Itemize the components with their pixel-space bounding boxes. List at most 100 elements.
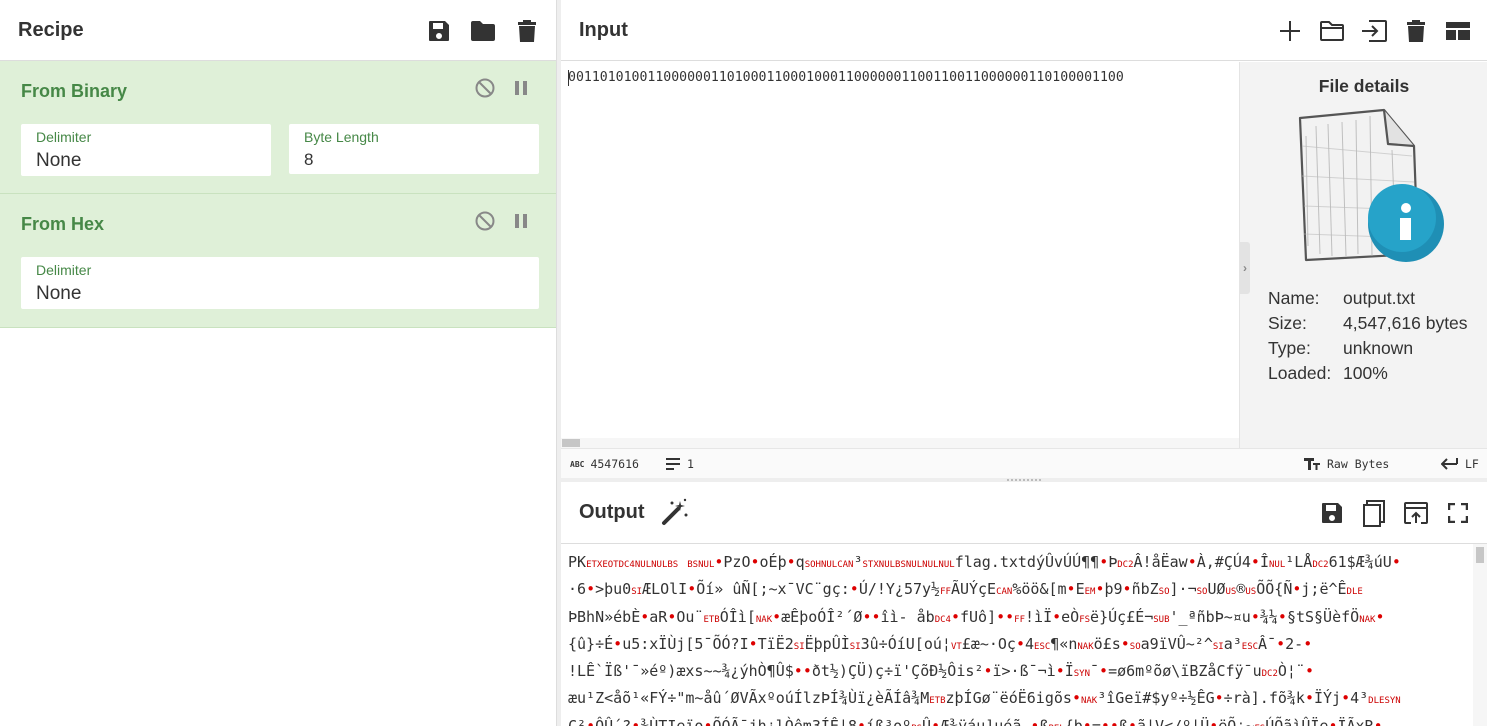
input-textarea[interactable]: 0011010100110000001101000110001000110000… (561, 62, 1239, 448)
special-char-dot: • (857, 716, 867, 726)
clear-input-button[interactable] (1401, 14, 1431, 48)
byte-length-field[interactable]: Byte Length 8 (289, 124, 539, 174)
control-char: SI (849, 641, 861, 652)
replace-input-button[interactable] (1401, 496, 1431, 530)
disable-operation-button[interactable] (474, 77, 496, 99)
eol-selector[interactable]: LF (1441, 457, 1479, 471)
file-loaded-label: Loaded: (1268, 363, 1332, 383)
reset-layout-button[interactable] (1443, 14, 1473, 48)
file-loaded-value: 100% (1343, 363, 1388, 383)
special-char-dot: • (687, 580, 697, 599)
field-value: None (36, 150, 82, 171)
encoding-selector[interactable]: Raw Bytes (1303, 457, 1389, 471)
output-text-segment: fUô] (959, 607, 997, 626)
output-text-segment: ö£s (1093, 634, 1121, 653)
output-text-segment: Ò¦¨ (1277, 662, 1305, 681)
pause-operation-button[interactable] (510, 77, 532, 99)
input-toolbar (1275, 14, 1473, 48)
scrollbar-thumb[interactable] (1476, 547, 1484, 563)
replace-input-icon (1404, 502, 1428, 524)
field-label: Delimiter (36, 129, 92, 145)
input-header: Input (561, 0, 1487, 61)
scrollbar-thumb[interactable] (562, 439, 580, 447)
delimiter-field[interactable]: Delimiter None (21, 257, 539, 309)
control-char: BS (687, 560, 699, 570)
output-title: Output (579, 501, 645, 523)
field-label: Byte Length (304, 129, 379, 145)
file-size-row: Size: 4,547,616 bytes (1268, 313, 1468, 334)
load-recipe-button[interactable] (468, 14, 498, 48)
horizontal-scrollbar[interactable] (561, 438, 1239, 448)
output-text-segment: j;ë^Ê (1301, 580, 1347, 599)
control-char: NUL (938, 560, 955, 570)
output-text-segment: þ9 (1104, 580, 1123, 599)
output-text-segment: Õí» ûÑ[;~x¯VC¨gç: (696, 580, 850, 599)
folder-icon (471, 21, 495, 41)
special-char-dot: • (1304, 689, 1314, 708)
special-char-dot: • (871, 607, 881, 626)
folder-icon (1320, 21, 1344, 41)
vertical-scrollbar[interactable] (1473, 544, 1487, 726)
magic-button[interactable] (661, 498, 689, 531)
control-char: SO (1129, 641, 1141, 652)
output-text-segment: '_ªñbÞ~¤u (1169, 607, 1251, 626)
input-lines: 1 (687, 457, 694, 471)
operation-title: From Hex (21, 214, 105, 234)
output-text-segment: ÃUÝçE (950, 580, 997, 599)
special-char-dot: • (1099, 662, 1109, 681)
output-textarea[interactable]: PKETXEOTDC4NULNULBS BSNUL•PzO•oÉþ•qSOHNU… (561, 544, 1471, 726)
plus-icon (1280, 21, 1300, 41)
output-line: Ç²•ÔÛ´?•¾ÙTIeïo•ÕÓÃ¯jh¿lÒêm3ÍÊ|8•íß³oºBS… (568, 714, 1464, 726)
output-text-segment: 2- (1285, 634, 1304, 653)
open-file-button[interactable] (1359, 14, 1389, 48)
output-text-segment: ¾ÙTIeïo (640, 716, 704, 726)
disable-icon (475, 78, 495, 98)
special-char-dot: • (1373, 716, 1383, 726)
output-text-segment: ³ (853, 553, 863, 571)
recipe-title: Recipe (18, 18, 84, 41)
output-header: Output (561, 482, 1487, 544)
control-char: CAN (996, 587, 1013, 598)
output-text-segment: 61$Æ¾úU (1328, 553, 1392, 571)
pause-icon (515, 81, 527, 95)
clear-recipe-button[interactable] (512, 14, 542, 48)
output-text-segment: Æ¾ÿáu]µéã, (940, 716, 1031, 726)
output-line: ÞBhN»ébÈ•aR•Ou¨ETBÓÎì[NAK•æÊþoÓÎ²´Ø••îì-… (568, 605, 1464, 632)
special-char-dot: • (1375, 607, 1385, 626)
control-char: DLE (1346, 587, 1363, 598)
output-line: PKETXEOTDC4NULNULBS BSNUL•PzO•oÉþ•qSOHNU… (568, 550, 1464, 577)
output-pane: Output PKETXEOTDC4NULNULBS BSNUL•PzO•oÉþ… (561, 482, 1487, 726)
output-text-segment: Ou¨ (676, 607, 704, 626)
add-tab-button[interactable] (1275, 14, 1305, 48)
output-line: ·6•>þu0SIÆLOlI•Õí» ûÑ[;~x¯VC¨gç:•Ú/!Y¿57… (568, 577, 1464, 604)
maximize-output-button[interactable] (1443, 496, 1473, 530)
special-char-dot: • (1005, 607, 1015, 626)
control-char: ESC (1034, 641, 1051, 652)
output-text-segment: Â!åËaw (1133, 553, 1188, 571)
output-text-segment: ðt½)ÇÜ)ç÷ï'ÇõÐ½Ôis² (811, 662, 984, 681)
input-length: 4547616 (590, 457, 639, 471)
special-char-dot: • (1187, 553, 1197, 571)
save-recipe-button[interactable] (424, 14, 454, 48)
special-char-dot: • (1250, 553, 1260, 571)
copy-output-button[interactable] (1359, 496, 1389, 530)
operation-from-hex[interactable]: From Hex Delimiter None (0, 194, 556, 328)
pause-operation-button[interactable] (510, 210, 532, 232)
disable-operation-button[interactable] (474, 210, 496, 232)
trash-icon (518, 20, 536, 42)
control-char: SYN (1073, 669, 1091, 680)
operation-from-binary[interactable]: From Binary Delimiter None Byte Length 8 (0, 61, 556, 194)
output-text-segment: zþÍGø¨ëóË6igõs (945, 689, 1072, 708)
return-arrow-icon (1441, 458, 1458, 470)
control-char: NUL (1268, 560, 1286, 570)
collapse-file-details-toggle[interactable]: › (1240, 242, 1250, 294)
open-folder-button[interactable] (1317, 14, 1347, 48)
output-text-segment: E (1075, 580, 1085, 599)
control-char: SI (1212, 641, 1224, 652)
output-text-segment: ÔÛ´? (595, 716, 632, 726)
control-char: NAK (1080, 696, 1098, 707)
delimiter-field[interactable]: Delimiter None (21, 124, 271, 176)
save-output-button[interactable] (1317, 496, 1347, 530)
output-text-segment: q (795, 553, 805, 571)
output-text-segment: íß³oº (866, 716, 912, 726)
